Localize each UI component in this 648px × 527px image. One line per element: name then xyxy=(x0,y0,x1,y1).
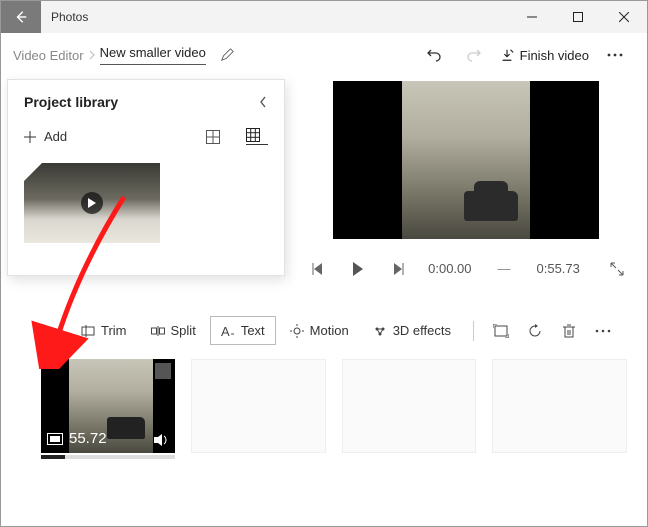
motion-button[interactable]: Motion xyxy=(280,317,359,344)
storyboard-empty-slot[interactable] xyxy=(191,359,326,453)
previous-frame-button[interactable] xyxy=(308,263,328,275)
clip-duration: 55.72 xyxy=(69,430,107,447)
redo-button[interactable] xyxy=(454,35,494,75)
library-clip-thumbnail[interactable] xyxy=(24,163,160,243)
video-preview[interactable] xyxy=(333,81,599,239)
storyboard-empty-slot[interactable] xyxy=(342,359,477,453)
effects-label: 3D effects xyxy=(393,323,451,338)
3d-effects-button[interactable]: 3D effects xyxy=(363,317,461,344)
app-title: Photos xyxy=(51,10,509,24)
split-label: Split xyxy=(171,323,196,338)
trim-button[interactable]: Trim xyxy=(71,317,137,344)
more-button[interactable] xyxy=(595,35,635,75)
clip-progress xyxy=(41,455,175,459)
undo-button[interactable] xyxy=(414,35,454,75)
collapse-library-button[interactable] xyxy=(258,95,268,109)
add-media-button[interactable]: Add xyxy=(24,129,67,144)
finish-video-label: Finish video xyxy=(520,48,589,63)
text-button[interactable]: A Text xyxy=(210,316,276,345)
fullscreen-button[interactable] xyxy=(610,262,624,276)
breadcrumb-root[interactable]: Video Editor xyxy=(13,48,84,63)
clip-volume-button[interactable] xyxy=(153,433,169,447)
edit-name-button[interactable] xyxy=(220,48,234,62)
toolbar-more-button[interactable] xyxy=(588,329,618,333)
library-title: Project library xyxy=(24,94,258,110)
finish-video-button[interactable]: Finish video xyxy=(494,48,595,63)
current-time: 0:00.00 xyxy=(428,261,471,276)
total-time: 0:55.73 xyxy=(537,261,580,276)
storyboard-empty-slot[interactable] xyxy=(492,359,627,453)
rotate-button[interactable] xyxy=(520,324,550,338)
chevron-right-icon xyxy=(88,50,96,60)
resize-button[interactable] xyxy=(486,324,516,338)
svg-text:A: A xyxy=(221,324,230,338)
storyboard-clip[interactable]: 55.72 xyxy=(41,359,175,453)
project-library-panel: Project library Add xyxy=(7,79,285,276)
play-overlay-icon xyxy=(81,192,103,214)
add-label: Add xyxy=(44,129,67,144)
project-name[interactable]: New smaller video xyxy=(100,45,206,65)
clip-checkbox[interactable] xyxy=(155,363,171,379)
delete-button[interactable] xyxy=(554,324,584,338)
motion-label: Motion xyxy=(310,323,349,338)
aspect-icon xyxy=(47,433,63,445)
back-button[interactable] xyxy=(1,1,41,33)
play-button[interactable] xyxy=(348,262,368,276)
split-button[interactable]: Split xyxy=(141,317,206,344)
toolbar-divider xyxy=(473,321,474,341)
close-button[interactable] xyxy=(601,1,647,33)
next-frame-button[interactable] xyxy=(388,263,408,275)
text-label: Text xyxy=(241,323,265,338)
grid-small-view-button[interactable] xyxy=(246,128,268,145)
trim-label: Trim xyxy=(101,323,127,338)
minimize-button[interactable] xyxy=(509,1,555,33)
time-separator: — xyxy=(498,261,511,276)
maximize-button[interactable] xyxy=(555,1,601,33)
grid-large-view-button[interactable] xyxy=(206,130,228,144)
